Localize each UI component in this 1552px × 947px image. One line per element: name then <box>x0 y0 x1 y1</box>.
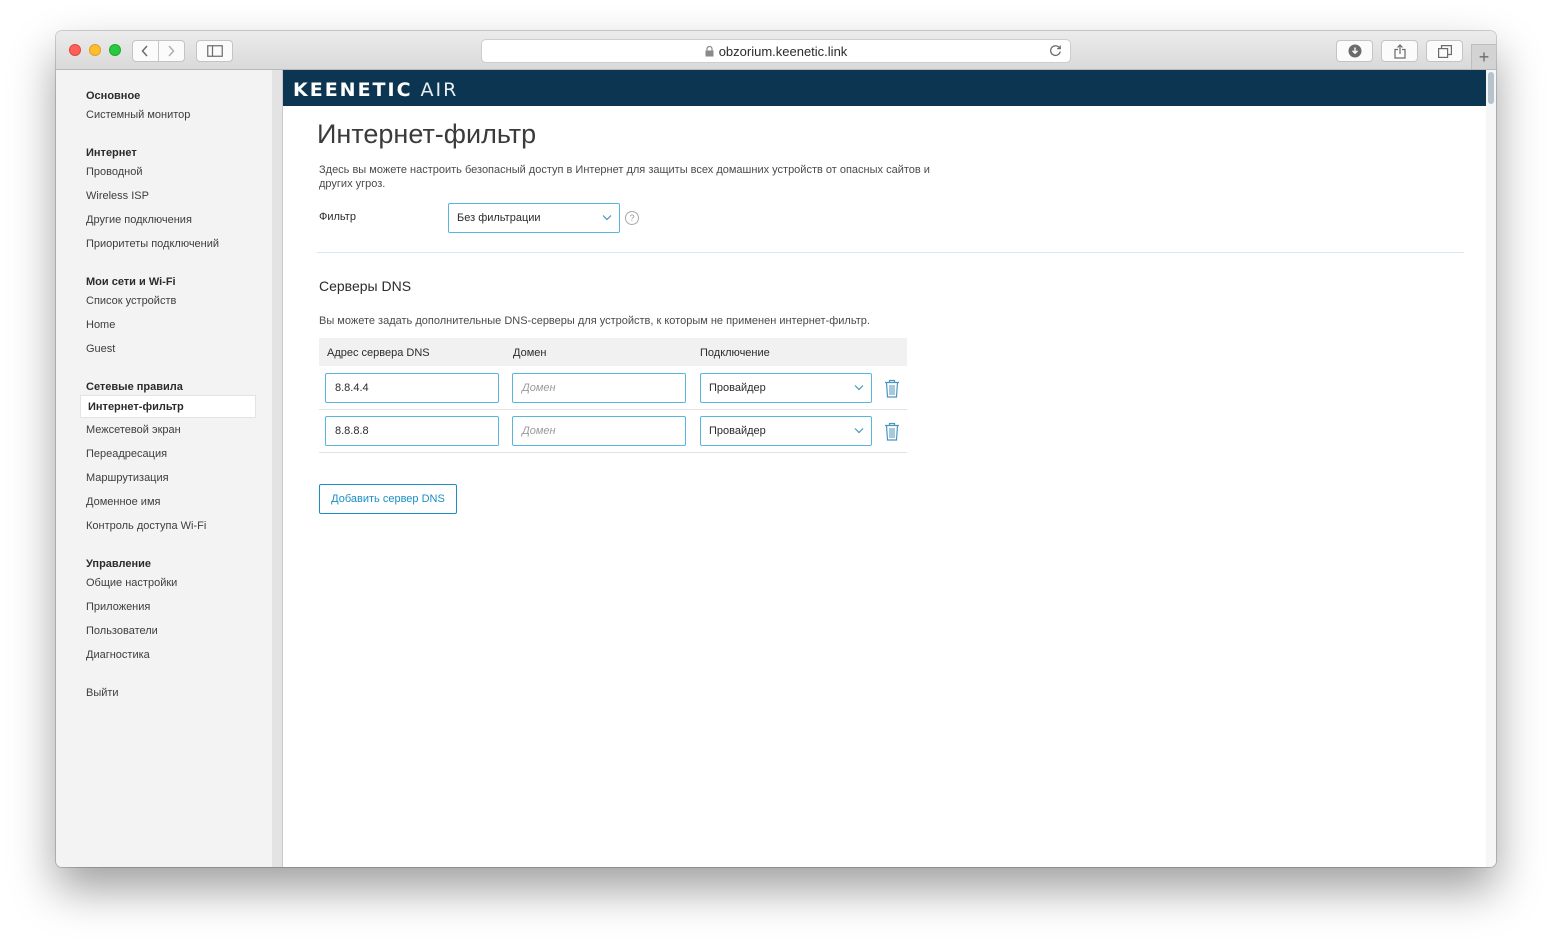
dns-table-header: Адрес сервера DNS Домен Подключение <box>319 338 907 366</box>
history-navigation <box>132 40 185 62</box>
back-button[interactable] <box>132 40 159 62</box>
sidebar-item-other-connections[interactable]: Другие подключения <box>86 214 192 226</box>
scrollbar-thumb[interactable] <box>1488 72 1494 104</box>
sidebar-toggle-button[interactable] <box>196 40 233 62</box>
connection-select[interactable]: Провайдер <box>700 373 872 403</box>
sidebar-item-internet-filter[interactable]: Интернет-фильтр <box>80 395 256 418</box>
brand-model: AIR <box>420 79 459 101</box>
plus-icon: + <box>1478 47 1490 67</box>
reload-icon[interactable] <box>1049 44 1062 57</box>
table-row-divider <box>319 409 907 410</box>
tabs-overview-button[interactable] <box>1426 40 1463 62</box>
sidebar-item-domain-name[interactable]: Доменное имя <box>86 496 160 508</box>
browser-window: obzorium.keenetic.link + Основное Систем… <box>56 31 1496 867</box>
dns-section-title: Серверы DNS <box>319 278 412 294</box>
close-window-button[interactable] <box>69 44 81 56</box>
minimize-window-button[interactable] <box>89 44 101 56</box>
sidebar-item-logout[interactable]: Выйти <box>86 687 119 699</box>
sidebar-item-wired[interactable]: Проводной <box>86 166 143 178</box>
sidebar-item-port-forwarding[interactable]: Переадресация <box>86 448 167 460</box>
share-icon <box>1393 43 1406 59</box>
sidebar-section-management: Управление <box>86 558 152 570</box>
sidebar-section-internet: Интернет <box>86 147 137 159</box>
filter-select[interactable]: Без фильтрации <box>448 203 620 233</box>
dns-address-input[interactable]: 8.8.4.4 <box>325 373 499 403</box>
sidebar-section-networks: Мои сети и Wi-Fi <box>86 276 176 288</box>
sidebar-scrollbar[interactable] <box>272 70 282 867</box>
download-icon <box>1348 44 1361 58</box>
sidebar-item-routing[interactable]: Маршрутизация <box>86 472 169 484</box>
sidebar-item-users[interactable]: Пользователи <box>86 625 158 637</box>
chevron-right-icon <box>168 45 175 57</box>
sidebar-section-main: Основное <box>86 90 141 102</box>
brand-name: KEENETIC <box>293 79 413 101</box>
help-icon[interactable]: ? <box>625 211 639 225</box>
filter-label: Фильтр <box>319 211 356 223</box>
column-dns-address: Адрес сервера DNS <box>327 347 430 359</box>
domain-input[interactable]: Домен <box>512 416 686 446</box>
chevron-down-icon <box>854 427 864 434</box>
share-button[interactable] <box>1381 40 1418 62</box>
address-bar[interactable]: obzorium.keenetic.link <box>481 39 1071 63</box>
sidebar-item-diagnostics[interactable]: Диагностика <box>86 649 150 661</box>
sidebar-item-wifi-access-control[interactable]: Контроль доступа Wi-Fi <box>86 520 206 532</box>
dns-section-description: Вы можете задать дополнительные DNS-серв… <box>319 315 870 327</box>
lock-icon <box>705 45 714 57</box>
sidebar-item-system-monitor[interactable]: Системный монитор <box>86 109 190 121</box>
add-dns-server-button[interactable]: Добавить сервер DNS <box>319 484 457 514</box>
sidebar-item-applications[interactable]: Приложения <box>86 601 150 613</box>
connection-select-value: Провайдер <box>709 425 766 437</box>
zoom-window-button[interactable] <box>109 44 121 56</box>
trash-icon[interactable] <box>884 379 900 398</box>
connection-select-value: Провайдер <box>709 382 766 394</box>
brand-header: KEENETIC AIR <box>283 70 1496 106</box>
downloads-button[interactable] <box>1336 40 1373 62</box>
sidebar-item-wireless-isp[interactable]: Wireless ISP <box>86 190 149 202</box>
sidebar-section-network-rules: Сетевые правила <box>86 381 183 393</box>
sidebar-divider <box>282 70 283 867</box>
chevron-down-icon <box>854 384 864 391</box>
chevron-left-icon <box>141 45 148 57</box>
column-connection: Подключение <box>700 347 770 359</box>
dns-address-input[interactable]: 8.8.8.8 <box>325 416 499 446</box>
sidebar-icon <box>206 45 223 57</box>
trash-icon[interactable] <box>884 422 900 441</box>
tabs-icon <box>1437 44 1452 58</box>
forward-button[interactable] <box>158 40 185 62</box>
main-scrollbar[interactable] <box>1486 70 1496 867</box>
page-description: Здесь вы можете настроить безопасный дос… <box>319 164 930 190</box>
column-domain: Домен <box>513 347 547 359</box>
brand-logo: KEENETIC AIR <box>293 79 458 101</box>
new-tab-button[interactable]: + <box>1471 44 1496 69</box>
filter-select-value: Без фильтрации <box>457 212 541 224</box>
url-text: obzorium.keenetic.link <box>718 43 848 59</box>
sidebar-item-connection-priorities[interactable]: Приоритеты подключений <box>86 238 219 250</box>
browser-toolbar: obzorium.keenetic.link + <box>56 31 1496 70</box>
sidebar-item-device-list[interactable]: Список устройств <box>86 295 176 307</box>
domain-input[interactable]: Домен <box>512 373 686 403</box>
table-row-divider <box>319 452 907 453</box>
page-title: Интернет-фильтр <box>317 119 537 149</box>
chevron-down-icon <box>602 214 612 221</box>
connection-select[interactable]: Провайдер <box>700 416 872 446</box>
section-divider <box>317 252 1464 253</box>
sidebar-item-guest[interactable]: Guest <box>86 343 115 355</box>
sidebar-item-home[interactable]: Home <box>86 319 115 331</box>
sidebar-item-general-settings[interactable]: Общие настройки <box>86 577 177 589</box>
sidebar-item-firewall[interactable]: Межсетевой экран <box>86 424 181 436</box>
